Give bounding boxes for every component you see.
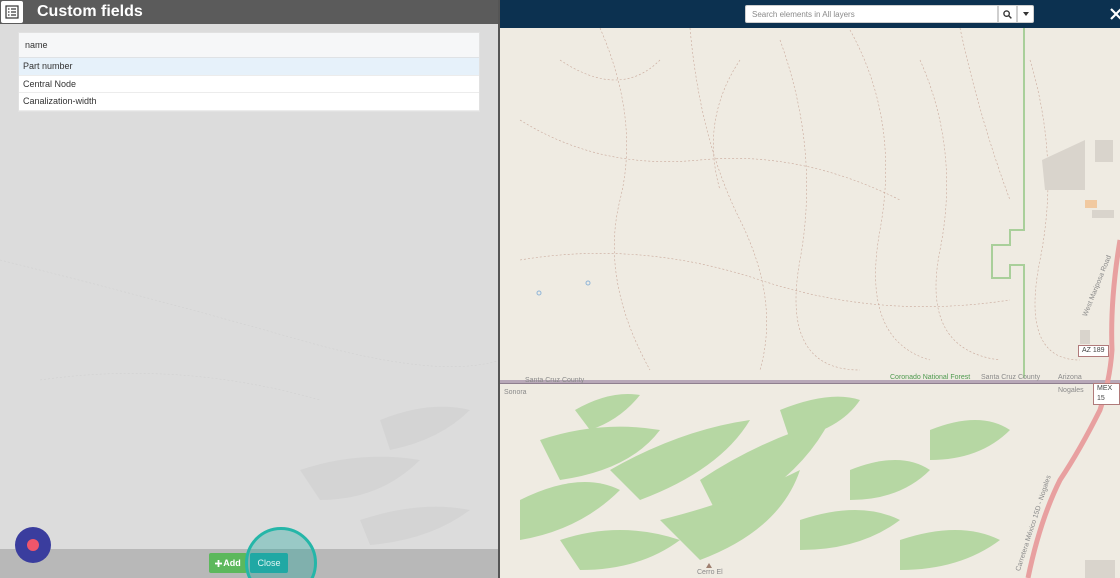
caret-down-icon <box>1022 12 1029 16</box>
top-toolbar <box>500 0 1120 28</box>
search-input[interactable] <box>745 5 998 23</box>
close-icon[interactable] <box>1109 6 1120 22</box>
map-label-arizona: Arizona <box>1058 374 1082 381</box>
record-icon <box>27 539 39 551</box>
search-icon <box>1003 9 1012 19</box>
add-button-label: Add <box>223 558 241 568</box>
table-header-name[interactable]: name <box>19 33 479 58</box>
map-label-sonora: Sonora <box>504 389 527 396</box>
map-label-coronado-forest: Coronado National Forest <box>890 374 971 381</box>
table-row[interactable]: Canalization-width <box>19 93 479 111</box>
map-label-santa-cruz-county: Santa Cruz County <box>525 377 585 384</box>
map-shield-az189: AZ 189 <box>1078 345 1109 357</box>
add-button[interactable]: Add <box>209 553 247 573</box>
panel-footer: Add Close <box>0 527 498 578</box>
panel-title: Custom fields <box>37 3 143 20</box>
map-label-nogales: Nogales <box>1058 387 1084 394</box>
plus-icon <box>215 559 223 567</box>
map-shield-mex15: MEX 15 <box>1093 383 1120 405</box>
map-label-cerro: Cerro El <box>697 569 723 576</box>
custom-fields-panel: Custom fields name Part number Central N… <box>0 0 500 578</box>
search-scope-dropdown[interactable] <box>1017 5 1034 23</box>
search-button[interactable] <box>998 5 1017 23</box>
record-button[interactable] <box>15 527 51 563</box>
close-button[interactable]: Close <box>250 553 288 573</box>
table-row[interactable]: Central Node <box>19 76 479 93</box>
map-label-santa-cruz-county-2: Santa Cruz County <box>981 374 1041 381</box>
table-row[interactable]: Part number <box>19 58 479 76</box>
list-icon <box>1 1 23 23</box>
panel-header: Custom fields <box>0 0 498 24</box>
custom-fields-table: name Part number Central Node Canalizati… <box>18 32 480 112</box>
